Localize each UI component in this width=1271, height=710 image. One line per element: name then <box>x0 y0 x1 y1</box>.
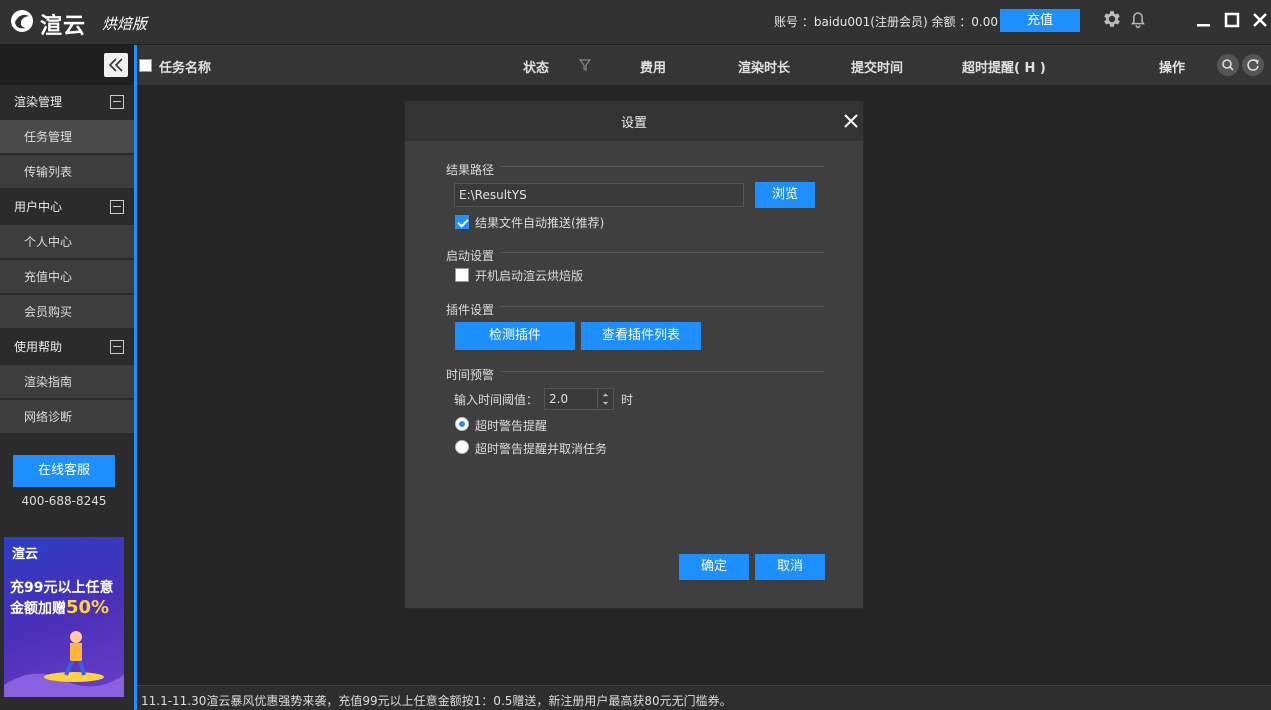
sidebar-item-render-guide[interactable]: 渲染指南 <box>0 365 134 399</box>
sidebar-group-help[interactable]: 使用帮助 <box>0 330 134 365</box>
promo-banner[interactable]: 渲云 充99元以上任意 金额加赠50% <box>4 537 124 697</box>
service-phone: 400-688-8245 <box>21 494 107 508</box>
section-divider <box>500 371 824 372</box>
collapse-row <box>0 45 134 85</box>
task-table-header: 任务名称 状态 费用 渲染时长 提交时间 超时提醒( H ) 操作 <box>137 45 1271 86</box>
view-plugins-button[interactable]: 查看插件列表 <box>581 322 701 350</box>
sidebar-item-personal-center[interactable]: 个人中心 <box>0 225 134 259</box>
status-bar: 11.1-11.30渲云暴风优惠强势来袭，充值99元以上任意金额按1：0.5赠送… <box>137 685 1271 710</box>
radio-timeout-alert[interactable] <box>455 417 469 431</box>
sidebar-group-label: 用户中心 <box>14 200 63 214</box>
startup-checkbox[interactable] <box>455 268 469 282</box>
minimize-icon[interactable] <box>1194 10 1214 30</box>
dialog-header: 设置 <box>405 101 863 141</box>
result-path-input[interactable]: E:\ResultYS <box>454 183 744 207</box>
logo-icon <box>11 10 33 32</box>
refresh-icon[interactable] <box>1242 54 1264 76</box>
sidebar-item-network-diagnosis[interactable]: 网络诊断 <box>0 400 134 434</box>
filter-icon[interactable] <box>579 59 591 71</box>
ok-button[interactable]: 确定 <box>679 554 749 580</box>
promo-marquee: 11.1-11.30渲云暴风优惠强势来袭，充值99元以上任意金额按1：0.5赠送… <box>141 694 732 708</box>
threshold-value: 2.0 <box>549 392 569 406</box>
startup-label: 开机启动渲云烘焙版 <box>475 269 584 283</box>
sidebar-group-label: 使用帮助 <box>14 340 63 354</box>
settings-dialog: 设置 结果路径 E:\ResultYS 浏览 结果文件自动推送(推荐) 启动设置… <box>404 100 864 609</box>
sidebar-item-membership[interactable]: 会员购买 <box>0 295 134 329</box>
account-user: baidu001(注册会员) <box>813 15 928 29</box>
account-label: 账号 ： <box>774 15 814 29</box>
section-startup: 启动设置 <box>446 249 495 263</box>
col-timeout-alert: 超时提醒( H ) <box>962 61 1046 76</box>
collapse-group-icon[interactable] <box>110 340 124 354</box>
ad-surfer-illustration <box>4 631 124 697</box>
sidebar: 渲染管理 任务管理 传输列表 用户中心 个人中心 充值中心 会员购买 使用帮助 … <box>0 45 134 710</box>
balance-value: 0.00 <box>971 15 998 29</box>
detect-plugin-button[interactable]: 检测插件 <box>455 322 575 350</box>
cancel-button[interactable]: 取消 <box>755 554 825 580</box>
bell-icon[interactable] <box>1127 8 1149 30</box>
sidebar-item-transfer-list[interactable]: 传输列表 <box>0 155 134 189</box>
auto-push-checkbox[interactable] <box>455 215 469 229</box>
ad-brand: 渲云 <box>12 547 39 562</box>
online-service-button[interactable]: 在线客服 <box>13 455 115 487</box>
ad-highlight: 50% <box>66 597 110 618</box>
sidebar-group-render[interactable]: 渲染管理 <box>0 85 134 120</box>
balance-label: 余额 ： <box>931 15 972 29</box>
col-render-time: 渲染时长 <box>738 61 791 76</box>
ad-line2-prefix: 金额加赠 <box>10 601 66 617</box>
app-edition: 烘焙版 <box>102 15 148 33</box>
sidebar-group-user[interactable]: 用户中心 <box>0 190 134 225</box>
auto-push-label: 结果文件自动推送(推荐) <box>475 216 605 230</box>
threshold-unit: 时 <box>621 393 634 407</box>
select-all-checkbox[interactable] <box>139 59 152 72</box>
section-divider <box>500 166 824 167</box>
gear-icon[interactable] <box>1101 8 1123 30</box>
stepper-arrows-icon[interactable] <box>597 389 613 409</box>
search-icon[interactable] <box>1217 54 1239 76</box>
dialog-title: 设置 <box>620 116 647 131</box>
col-submit-time: 提交时间 <box>851 61 904 76</box>
sidebar-item-task-management[interactable]: 任务管理 <box>0 120 134 154</box>
ad-line2: 金额加赠50% <box>10 597 109 618</box>
threshold-label: 输入时间阈值： <box>454 393 539 407</box>
maximize-icon[interactable] <box>1222 10 1242 30</box>
section-time-alert: 时间预警 <box>446 368 495 382</box>
col-cost: 费用 <box>640 61 667 76</box>
radio-timeout-cancel[interactable] <box>455 440 469 454</box>
collapse-group-icon[interactable] <box>110 95 124 109</box>
sidebar-group-label: 渲染管理 <box>14 95 63 109</box>
section-result-path: 结果路径 <box>446 163 495 177</box>
close-icon[interactable] <box>1250 10 1270 30</box>
section-divider <box>500 252 824 253</box>
section-plugin: 插件设置 <box>446 303 495 317</box>
col-actions: 操作 <box>1159 61 1186 76</box>
collapse-group-icon[interactable] <box>110 200 124 214</box>
recharge-button[interactable]: 充值 <box>1000 9 1080 32</box>
threshold-stepper[interactable]: 2.0 <box>544 388 614 410</box>
app-name: 渲云 <box>40 14 87 39</box>
sidebar-item-recharge-center[interactable]: 充值中心 <box>0 260 134 294</box>
section-divider <box>500 306 824 307</box>
collapse-icon[interactable] <box>104 53 128 77</box>
browse-button[interactable]: 浏览 <box>755 182 815 208</box>
dialog-close-icon[interactable] <box>841 111 861 131</box>
ad-line1: 充99元以上任意 <box>10 580 114 596</box>
radio-timeout-alert-label: 超时警告提醒 <box>475 419 548 433</box>
col-status: 状态 <box>523 61 550 76</box>
title-bar: 渲云 烘焙版 账号 ：baidu001(注册会员) 余额 ：0.00 充值 <box>0 0 1271 45</box>
radio-timeout-cancel-label: 超时警告提醒并取消任务 <box>475 442 608 456</box>
col-task-name: 任务名称 <box>159 61 212 76</box>
account-info: 账号 ：baidu001(注册会员) 余额 ：0.00 <box>774 13 998 30</box>
